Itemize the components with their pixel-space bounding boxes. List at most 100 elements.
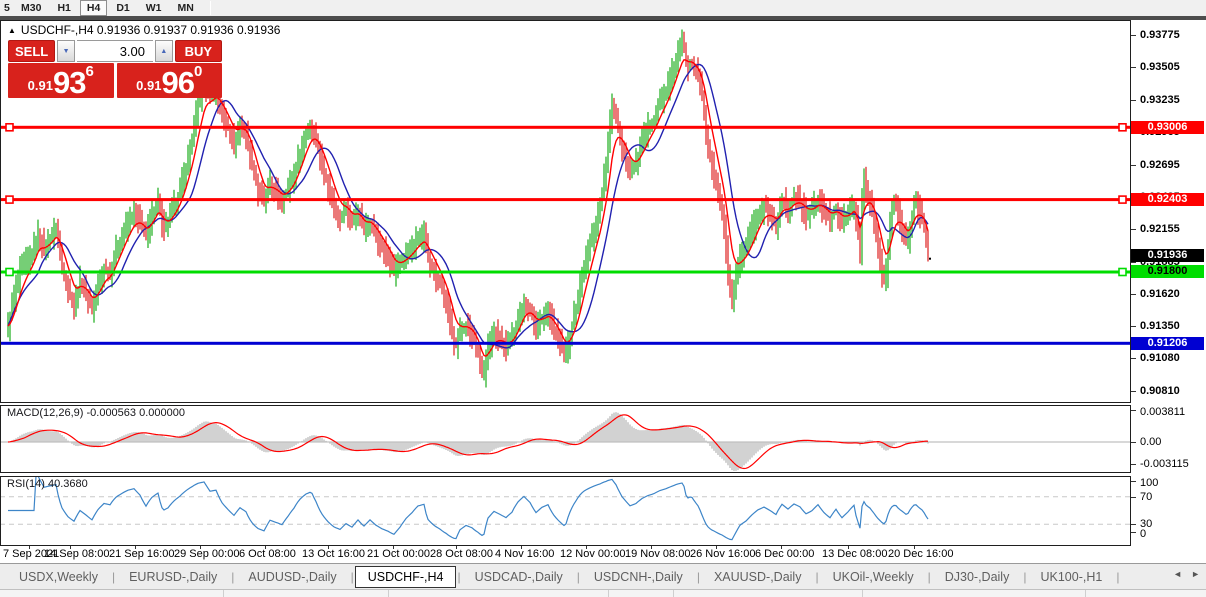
price-axis-tick-mark [1131, 35, 1136, 36]
date-axis-label: 13 Oct 16:00 [302, 548, 365, 560]
price-axis-tick: 0.92155 [1140, 223, 1204, 235]
buy-price-panel[interactable]: 0.91960 [117, 63, 223, 98]
date-axis-tick-mark [716, 545, 717, 549]
symbol-tab-usdx-weekly[interactable]: USDX,Weekly [6, 567, 111, 587]
price-axis-tick-mark [1131, 294, 1136, 295]
tab-scroll-buttons: ◄ ► [1173, 569, 1200, 579]
tab-separator: | [1115, 570, 1120, 584]
symbol-tab-usdcnh-daily[interactable]: USDCNH-,Daily [581, 567, 696, 587]
symbol-tab-ukoil-weekly[interactable]: UKOil-,Weekly [820, 567, 927, 587]
price-axis-tick-mark [1131, 358, 1136, 359]
buy-button[interactable]: BUY [175, 40, 222, 62]
sell-button[interactable]: SELL [8, 40, 55, 62]
chevron-down-icon: ▼ [63, 48, 70, 55]
macd-axis-tick-mark [1131, 442, 1136, 443]
date-axis-tick-mark [456, 545, 457, 549]
timeframe-button-M30[interactable]: M30 [14, 0, 48, 16]
rsi-label: RSI(14) 40.3680 [7, 478, 88, 490]
date-axis-tick-mark [328, 545, 329, 549]
price-axis-tick-mark [1131, 262, 1136, 263]
rsi-value: 40.3680 [48, 478, 88, 490]
timeframe-button-H4[interactable]: H4 [80, 0, 107, 16]
date-axis-label: 21 Oct 00:00 [367, 548, 430, 560]
price-axis-tick: 0.93505 [1140, 61, 1204, 73]
date-axis-label: 4 Nov 16:00 [495, 548, 554, 560]
volume-increase-button[interactable]: ▲ [155, 40, 173, 62]
rsi-axis-tick-mark [1131, 497, 1136, 498]
rsi-axis-tick-mark [1131, 481, 1136, 482]
bottom-column-separator [608, 590, 609, 597]
bottom-column-separator [223, 590, 224, 597]
timeframe-toolbar: 5M30H1H4D1W1MN [0, 0, 1206, 16]
price-axis-tick-mark [1131, 100, 1136, 101]
price-level-badge: 0.91206 [1131, 337, 1204, 350]
date-axis-tick-mark [914, 545, 915, 549]
symbol-tab-xauusd-daily[interactable]: XAUUSD-,Daily [701, 567, 815, 587]
rsi-axis-tick-mark [1131, 524, 1136, 525]
price-axis-tick-mark [1131, 326, 1136, 327]
symbol-tab-usdcad-daily[interactable]: USDCAD-,Daily [462, 567, 576, 587]
sell-price-prefix: 0.91 [28, 76, 53, 96]
date-axis-tick-mark [781, 545, 782, 549]
price-axis-tick: 0.93235 [1140, 94, 1204, 106]
rsi-indicator-pane[interactable] [0, 476, 1130, 545]
sell-price-panel[interactable]: 0.91936 [8, 63, 114, 98]
macd-axis-tick-mark [1131, 410, 1136, 411]
date-axis-label: 6 Oct 08:00 [239, 548, 296, 560]
symbol-tab-uk100-h1[interactable]: UK100-,H1 [1027, 567, 1115, 587]
date-axis-label: 20 Dec 16:00 [888, 548, 953, 560]
sell-price-pipette: 6 [85, 65, 93, 79]
buy-price-pipette: 0 [194, 65, 202, 79]
chart-expand-icon[interactable]: ▲ [8, 26, 16, 35]
tab-scroll-right-icon[interactable]: ► [1191, 569, 1200, 579]
price-axis-tick: 0.92695 [1140, 159, 1204, 171]
rsi-axis-tick-mark [1131, 532, 1136, 533]
date-axis-tick-mark [521, 545, 522, 549]
current-price-badge: 0.91936 [1131, 249, 1204, 262]
timeframe-button-5[interactable]: 5 [1, 0, 12, 16]
symbol-tab-dj30-daily[interactable]: DJ30-,Daily [932, 567, 1023, 587]
price-level-badge: 0.91800 [1131, 265, 1204, 278]
date-axis-tick-mark [135, 545, 136, 549]
price-level-badge: 0.93006 [1131, 121, 1204, 134]
tab-scroll-left-icon[interactable]: ◄ [1173, 569, 1182, 579]
rsi-axis-tick: 100 [1140, 477, 1204, 489]
macd-name: MACD(12,26,9) [7, 407, 83, 419]
symbol-tab-usdchf-h4[interactable]: USDCHF-,H4 [355, 566, 457, 588]
macd-axis-tick: 0.003811 [1140, 406, 1204, 418]
symbol-tab-audusd-daily[interactable]: AUDUSD-,Daily [235, 567, 349, 587]
sell-price-big-digits: 93 [53, 70, 85, 96]
timeframe-button-MN[interactable]: MN [171, 0, 201, 16]
price-axis-tick-mark [1131, 391, 1136, 392]
price-axis-tick: 0.91350 [1140, 320, 1204, 332]
price-axis-tick-mark [1131, 229, 1136, 230]
macd-axis-tick-mark [1131, 464, 1136, 465]
bottom-column-separator [673, 590, 674, 597]
date-axis-label: 19 Nov 08:00 [625, 548, 690, 560]
date-axis-label: 26 Nov 16:00 [690, 548, 755, 560]
chevron-up-icon: ▲ [160, 48, 167, 55]
symbol-tab-bar: USDX,Weekly|EURUSD-,Daily|AUDUSD-,Daily|… [0, 563, 1206, 589]
trading-terminal: 5M30H1H4D1W1MN ▲ USDCHF-,H4 0.91936 0.91… [0, 0, 1206, 597]
symbol-tab-eurusd-daily[interactable]: EURUSD-,Daily [116, 567, 230, 587]
date-axis-tick-mark [29, 545, 30, 549]
timeframe-button-H1[interactable]: H1 [50, 0, 77, 16]
buy-price-prefix: 0.91 [136, 76, 161, 96]
chart-quote-text: USDCHF-,H4 0.91936 0.91937 0.91936 0.919… [21, 23, 281, 37]
macd-axis-tick: 0.00 [1140, 436, 1204, 448]
macd-values: -0.000563 0.000000 [86, 407, 184, 419]
rsi-axis-tick: 0 [1140, 528, 1204, 540]
timeframe-button-W1[interactable]: W1 [139, 0, 169, 16]
trade-controls-row: SELL ▼ ▲ BUY [8, 40, 222, 62]
price-level-badge: 0.92403 [1131, 193, 1204, 206]
volume-decrease-button[interactable]: ▼ [57, 40, 75, 62]
date-axis-tick-mark [586, 545, 587, 549]
date-axis-tick-mark [393, 545, 394, 549]
price-axis-tick: 0.91080 [1140, 352, 1204, 364]
date-axis-label: 14 Sep 08:00 [44, 548, 109, 560]
price-axis-tick: 0.91620 [1140, 288, 1204, 300]
trade-prices-row: 0.91936 0.91960 [8, 63, 222, 98]
volume-input[interactable] [77, 40, 153, 62]
timeframe-button-D1[interactable]: D1 [109, 0, 136, 16]
macd-label: MACD(12,26,9) -0.000563 0.000000 [7, 407, 185, 419]
